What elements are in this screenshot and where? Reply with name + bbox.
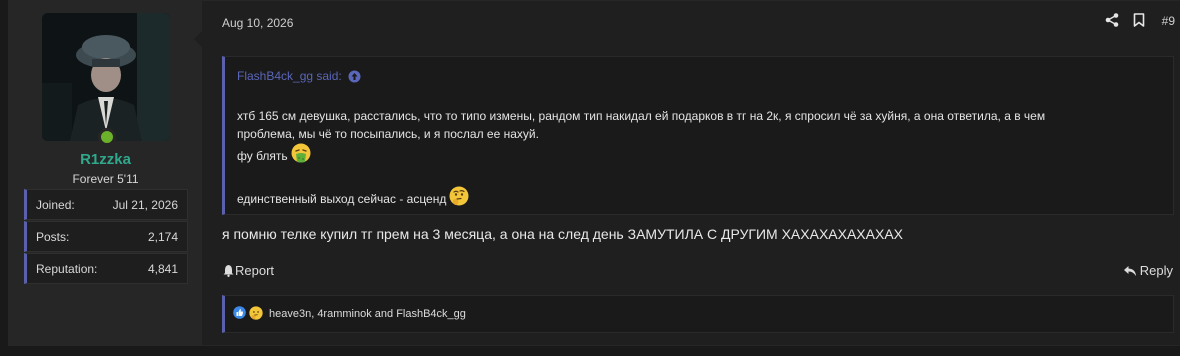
quote-line-with-emoji: единственный выход сейчас - асценд <box>237 186 1157 211</box>
bell-icon <box>223 265 234 277</box>
quote-body: хтб 165 см девушка, расстались, что то т… <box>237 107 1157 211</box>
stat-value: 4,841 <box>147 261 178 276</box>
user-sidebar: R1zzka Forever 5'11 Joined: Jul 21, 2026… <box>9 1 202 345</box>
quote-line: единственный выход сейчас - асценд <box>237 191 447 206</box>
share-icon[interactable] <box>1105 13 1121 29</box>
stat-joined: Joined: Jul 21, 2026 <box>24 189 188 220</box>
post-number[interactable]: #9 <box>1162 14 1175 28</box>
online-status-indicator <box>98 128 116 146</box>
stat-reputation: Reputation: 4,841 <box>24 253 188 284</box>
bookmark-icon[interactable] <box>1133 13 1149 29</box>
quote-author-link[interactable]: FlashB4ck_gg said: <box>237 69 361 83</box>
post-actions: #9 <box>1105 13 1175 29</box>
reactions-bar: heave3n, 4ramminok and FlashB4ck_gg <box>222 295 1174 333</box>
avatar[interactable] <box>42 13 170 141</box>
username[interactable]: R1zzka <box>9 151 202 168</box>
report-button[interactable]: Report <box>222 263 274 278</box>
post-main: Aug 10, 2026 #9 FlashB4ck_gg said: хтб 1… <box>202 1 1180 345</box>
user-title: Forever 5'11 <box>72 172 139 186</box>
stat-posts: Posts: 2,174 <box>24 221 188 252</box>
post-arrow <box>194 31 202 47</box>
quote-line-with-emoji: фу блять <box>237 143 1157 168</box>
reply-label: Reply <box>1139 263 1173 278</box>
vomiting-face-emoji <box>291 143 311 168</box>
stat-label: Posts: <box>36 229 70 244</box>
thinking-face-emoji <box>249 305 263 323</box>
stat-label: Joined: <box>36 197 75 212</box>
post-container: R1zzka Forever 5'11 Joined: Jul 21, 2026… <box>8 0 1180 346</box>
report-label: Report <box>235 263 275 278</box>
reply-button[interactable]: Reply <box>1123 263 1173 278</box>
reply-icon <box>1123 265 1136 276</box>
stat-value: Jul 21, 2026 <box>112 197 178 212</box>
thinking-face-emoji <box>449 186 469 211</box>
reactions-list[interactable]: heave3n, 4ramminok and FlashB4ck_gg <box>269 308 466 320</box>
quote-line: фу блять <box>237 148 288 163</box>
post-date[interactable]: Aug 10, 2026 <box>222 16 293 30</box>
arrow-up-circle-icon <box>348 70 361 82</box>
quote-author: FlashB4ck_gg said: <box>237 69 342 83</box>
stat-label: Reputation: <box>36 261 98 276</box>
like-icon <box>233 306 246 322</box>
quote-line: проблема, мы чё то посыпались, и я посла… <box>237 127 539 141</box>
stat-value: 2,174 <box>147 229 178 244</box>
quote-line: хтб 165 см девушка, расстались, что то т… <box>237 109 1046 123</box>
quote-block: FlashB4ck_gg said: хтб 165 см девушка, р… <box>222 56 1174 215</box>
post-message: я помню телке купил тг прем на 3 месяца,… <box>222 226 903 242</box>
